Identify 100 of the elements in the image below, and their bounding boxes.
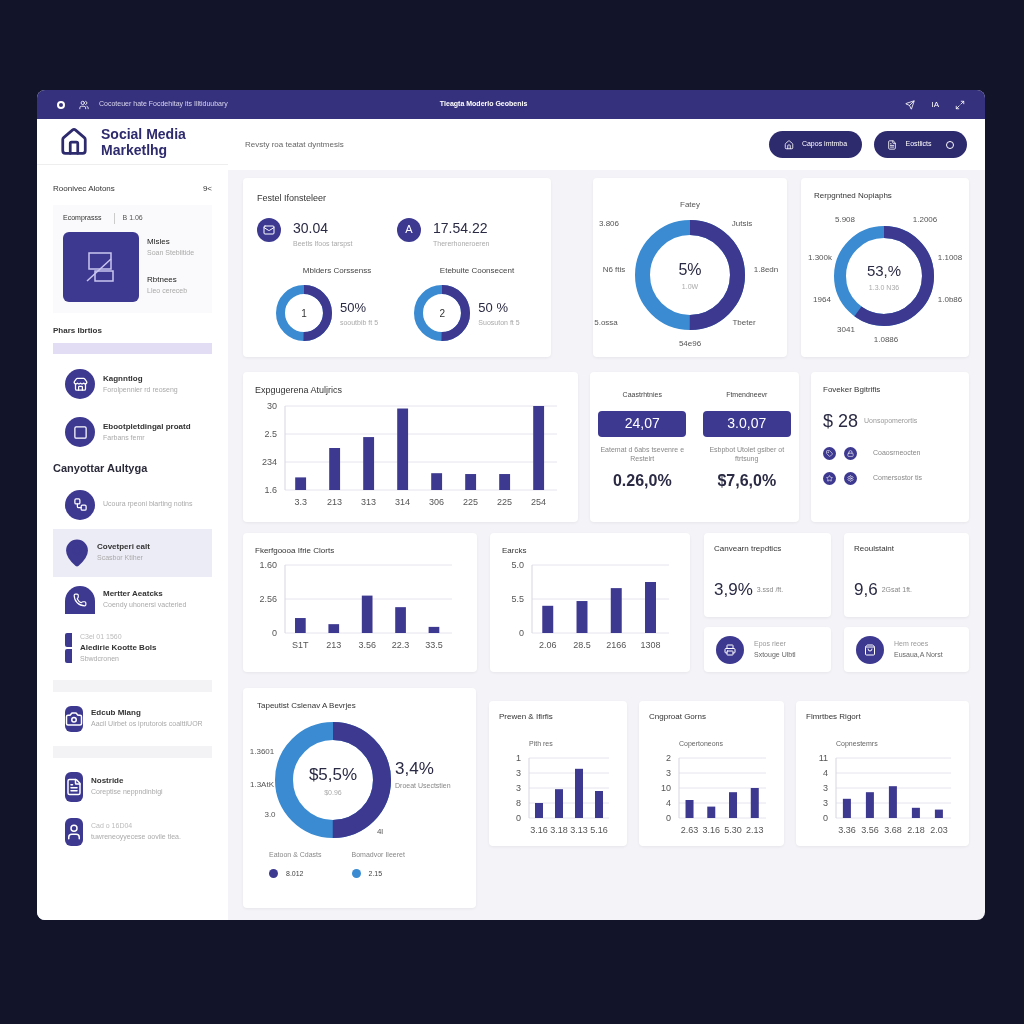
shopping-bag-icon [856, 635, 884, 664]
stat-value: $7,6,0% [717, 470, 777, 491]
bar [842, 798, 851, 818]
chart-label: 1.2006 [912, 214, 938, 226]
axis-label: 0 [823, 812, 828, 823]
bar [576, 601, 588, 633]
bar [934, 809, 943, 818]
bar [685, 799, 694, 818]
metric-title: Reoulstaint [854, 543, 896, 555]
chart-label: 1.300k [808, 252, 832, 264]
axis-label: 4 [666, 797, 671, 808]
users-icon [79, 99, 89, 110]
axis-label: 1.60 [259, 560, 277, 570]
axis-label: 314 [395, 496, 411, 507]
axis-label: 3.18 [550, 824, 568, 835]
metric-title: Canvearn trepdtics [714, 543, 783, 555]
stat-box: 24,07 [598, 410, 687, 437]
axis-label: 5.16 [590, 824, 608, 835]
donut-value: 5% [678, 259, 702, 280]
axis-label: 306 [429, 496, 445, 507]
square-icon [65, 417, 95, 447]
axis-label: 3.36 [838, 824, 856, 835]
axis-label: 313 [361, 496, 377, 507]
axis-label: 3 [823, 782, 828, 793]
ring-number: 1 [301, 306, 307, 321]
map-pin-icon [65, 537, 89, 568]
metric-value: 9,6 [854, 579, 878, 601]
axis-label: 225 [463, 496, 479, 507]
app-icon [57, 100, 65, 109]
document-icon [65, 771, 83, 802]
axis-label: 3.13 [570, 824, 588, 835]
item-title: Ebootpletdingal proatd [103, 420, 192, 433]
axis-label: 5.0 [511, 560, 524, 570]
axis-label: 3 [516, 782, 521, 793]
axis-label: 2.56 [259, 594, 277, 604]
brand-name: Social Media [101, 125, 186, 142]
axis-label: 3 [516, 767, 521, 778]
language-button[interactable]: IA [931, 98, 939, 111]
axis-label: 10 [661, 782, 671, 793]
axis-label: 2.03 [930, 824, 948, 835]
item-title: Covetperi ealt [97, 541, 151, 554]
store-icon [65, 369, 95, 399]
section-title: Roonivec Alotons [53, 183, 115, 195]
item-title: Aledirie Kootte Bols [80, 642, 158, 654]
phone-icon [65, 585, 95, 614]
axis-label: 3 [823, 797, 828, 808]
axis-label: 4 [823, 767, 828, 778]
bar [431, 472, 443, 490]
bar [610, 588, 622, 633]
bar [911, 807, 920, 818]
chart-label: 5.ossa [594, 317, 618, 329]
chart-title: Fatey [680, 199, 700, 211]
card-title: Festel Ifonsteleer [257, 192, 328, 205]
chart-label: 54e96 [678, 338, 702, 350]
axis-label: 28.5 [573, 640, 591, 650]
chart-label: 5.908 [835, 214, 855, 226]
axis-label: 3.56 [861, 824, 879, 835]
bar [328, 624, 340, 633]
stat-value: 0.26,0% [612, 470, 672, 491]
section-count: 9< [202, 183, 212, 195]
axis-label: 8 [516, 797, 521, 808]
maximize-icon[interactable] [955, 99, 965, 110]
house-icon [783, 139, 794, 150]
page-subtitle: Revsty roa teatat dyntmesis [245, 138, 344, 151]
card-title: Prewen & Ifirfis [499, 711, 554, 723]
axis-label: 225 [497, 496, 513, 507]
chart-label: 1.8edn [753, 264, 779, 276]
axis-label: 0 [272, 628, 277, 638]
chart-label: 4l [376, 826, 384, 838]
section-heading: Canyottar Aultyga [53, 461, 149, 476]
item-title: Nostride [91, 775, 125, 788]
donut-value: $5,5% [308, 764, 358, 786]
axis-label: 5.30 [724, 824, 742, 835]
bar [295, 618, 306, 633]
ring-title: Etebuite Coonsecent [439, 265, 515, 277]
send-icon[interactable] [905, 99, 916, 110]
chart-label: 3.806 [599, 218, 619, 230]
chart-label: 3041 [837, 324, 855, 336]
axis-label: 0 [666, 812, 671, 823]
bar [555, 788, 563, 818]
printer-icon [716, 635, 744, 664]
axis-label: 3.56 [358, 640, 376, 650]
chart-label: 3.0 [264, 809, 276, 821]
chart-label: 1.3601 [249, 746, 275, 758]
bar [395, 607, 406, 633]
bar [465, 473, 477, 490]
axis-label: 33.5 [425, 640, 443, 650]
chart-label: 1.0886 [873, 334, 899, 346]
kpi-value: 30.04 [293, 218, 330, 238]
bar [865, 791, 874, 818]
bar [707, 806, 716, 818]
camera-icon [65, 705, 83, 732]
document-icon [887, 139, 898, 150]
network-icon [65, 489, 95, 520]
axis-label: 2.13 [746, 824, 764, 835]
card-title: Fkerfgoooa Ifrie Clorts [255, 545, 336, 557]
axis-label: 2.5 [264, 428, 277, 439]
brand-name: Marketlhg [101, 141, 169, 158]
bar [361, 595, 373, 633]
axis-label: 2 [666, 752, 671, 763]
